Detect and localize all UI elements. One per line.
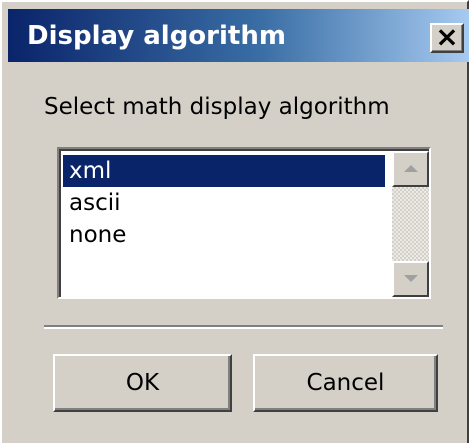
arrow-up-icon (404, 165, 418, 172)
title-bar[interactable]: Display algorithm × (8, 9, 469, 62)
list-item-xml[interactable]: xml (63, 155, 385, 187)
listbox-items: xml ascii none (63, 155, 385, 251)
dialog-title: Display algorithm (27, 21, 286, 51)
scroll-down-button[interactable] (392, 261, 429, 297)
ok-button[interactable]: OK (53, 354, 232, 412)
arrow-down-icon (404, 275, 418, 282)
close-button[interactable]: × (430, 20, 464, 53)
separator (44, 325, 443, 329)
algorithm-listbox[interactable]: xml ascii none (57, 147, 431, 299)
list-item-ascii[interactable]: ascii (63, 187, 385, 219)
prompt-label: Select math display algorithm (44, 94, 390, 120)
list-item-none[interactable]: none (63, 219, 385, 251)
cancel-button[interactable]: Cancel (253, 354, 438, 412)
scroll-up-button[interactable] (392, 151, 429, 187)
listbox-scrollbar[interactable] (392, 151, 429, 297)
listbox-inner: xml ascii none (59, 149, 429, 297)
close-icon: × (435, 20, 459, 53)
